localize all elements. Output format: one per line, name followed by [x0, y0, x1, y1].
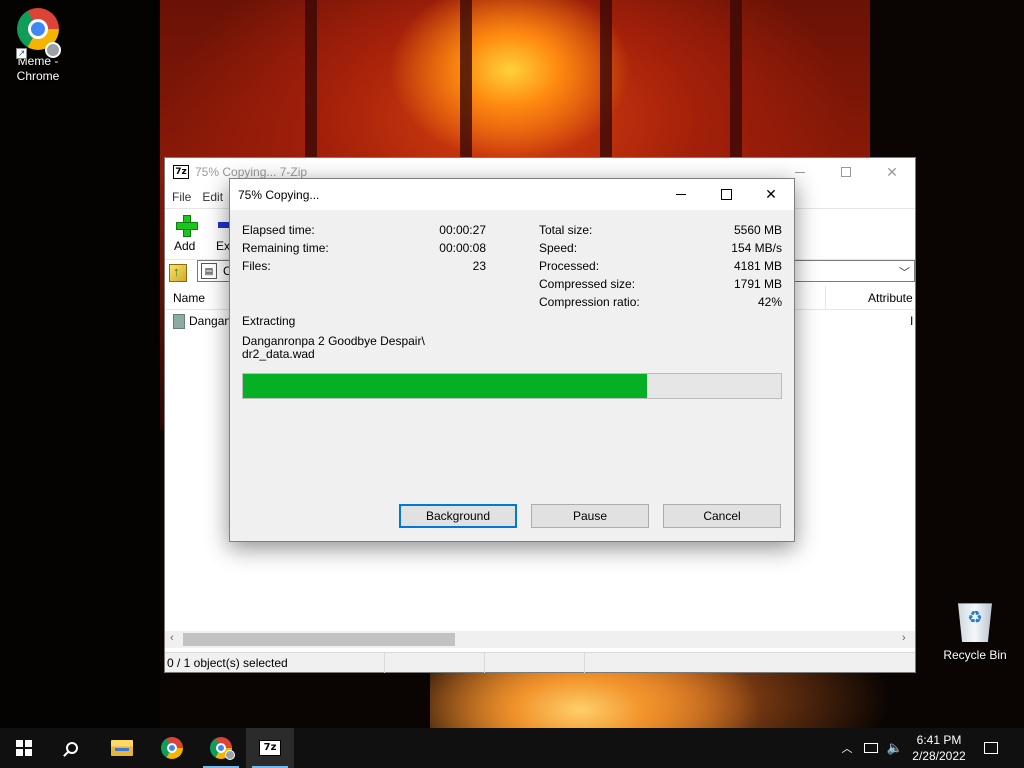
taskbar-clock[interactable]: 6:41 PM 2/28/2022 — [904, 732, 974, 764]
status-bar: 0 / 1 object(s) selected — [165, 652, 915, 673]
search-icon — [66, 742, 78, 754]
dialog-minimize-button[interactable] — [658, 179, 704, 210]
compression-ratio-label: Compression ratio: — [539, 295, 640, 309]
desktop-icon-label: Recycle Bin — [943, 648, 1007, 662]
profile-badge-icon — [225, 750, 235, 760]
speed-value: 154 MB/s — [731, 241, 782, 255]
close-icon: ✕ — [765, 186, 777, 202]
speed-label: Speed: — [539, 241, 578, 255]
tray-overflow-button[interactable]: ︿ — [838, 728, 856, 768]
wallpaper-shadow — [0, 0, 160, 730]
chevron-up-icon: ︿ — [841, 743, 853, 755]
archive-icon: ▤ — [201, 263, 217, 279]
column-separator[interactable] — [825, 286, 826, 310]
clock-time: 6:41 PM — [916, 733, 962, 747]
start-icon — [16, 740, 32, 756]
dialog-titlebar[interactable]: 75% Copying... ✕ — [230, 179, 794, 210]
desktop-icon-meme-chrome[interactable]: ↗ Meme - Chrome — [1, 8, 75, 84]
current-file-name: dr2_data.wad — [242, 347, 315, 361]
file-name: Dangan — [189, 314, 232, 328]
volume-icon: 🔈 — [886, 740, 904, 755]
taskbar-chrome-profile[interactable] — [197, 728, 245, 768]
clock-date: 2/28/2022 — [912, 749, 966, 763]
elapsed-time-value: 00:00:27 — [439, 223, 486, 237]
add-button-label: Add — [174, 239, 196, 253]
minimize-icon — [795, 171, 805, 173]
current-file-path: Danganronpa 2 Goodbye Despair\ — [242, 334, 425, 348]
window-title: 75% Copying... 7-Zip — [195, 165, 308, 179]
files-value: 23 — [472, 259, 486, 273]
folder-up-icon[interactable] — [169, 264, 187, 282]
status-cell — [485, 652, 585, 673]
7zip-icon: 7z — [259, 740, 281, 756]
recycle-bin-icon — [958, 603, 992, 642]
maximize-icon — [841, 167, 851, 177]
compressed-size-value: 1791 MB — [733, 277, 782, 291]
copying-progress-dialog: 75% Copying... ✕ Elapsed time: 00:00:27 … — [229, 178, 795, 542]
taskbar-chrome[interactable] — [148, 728, 196, 768]
close-button[interactable]: ✕ — [869, 158, 915, 186]
pause-button[interactable]: Pause — [531, 504, 649, 528]
dialog-close-button[interactable]: ✕ — [748, 179, 794, 210]
scroll-left-icon[interactable]: ‹ — [170, 632, 174, 644]
dialog-maximize-button[interactable] — [703, 179, 749, 210]
desktop-icon-label: Meme - Chrome — [16, 54, 60, 83]
shortcut-arrow-icon: ↗ — [16, 48, 27, 59]
network-icon — [864, 743, 878, 753]
tray-network[interactable] — [860, 728, 882, 768]
background-button[interactable]: Background — [399, 504, 517, 528]
tray-volume[interactable]: 🔈 — [884, 728, 906, 768]
status-text: 0 / 1 object(s) selected — [165, 652, 385, 673]
compression-ratio-value: 42% — [757, 295, 782, 309]
scroll-right-icon[interactable]: › — [902, 632, 906, 644]
taskbar-file-explorer[interactable] — [98, 728, 146, 768]
chevron-down-icon[interactable]: ﹀ — [899, 264, 910, 280]
processed-value: 4181 MB — [733, 259, 782, 273]
horizontal-scrollbar[interactable]: ‹ › — [165, 631, 915, 648]
menu-file[interactable]: File — [172, 190, 191, 204]
search-button[interactable] — [48, 728, 96, 768]
progress-bar — [242, 373, 782, 399]
total-size-value: 5560 MB — [733, 223, 782, 237]
7zip-logo-icon: 7z — [173, 165, 189, 179]
add-icon — [176, 215, 198, 237]
action-center-button[interactable] — [980, 728, 1002, 768]
taskbar-7zip[interactable]: 7z — [246, 728, 294, 768]
status-cell — [385, 652, 485, 673]
menu-edit[interactable]: Edit — [202, 190, 223, 204]
file-icon — [173, 313, 185, 329]
maximize-button[interactable] — [823, 158, 869, 186]
elapsed-time-label: Elapsed time: — [242, 223, 315, 237]
taskbar: 7z ︿ 🔈 6:41 PM 2/28/2022 — [0, 728, 1024, 768]
compressed-size-label: Compressed size: — [539, 277, 636, 291]
remaining-time-value: 00:00:08 — [439, 241, 486, 255]
column-header-name[interactable]: Name — [173, 291, 205, 305]
dialog-title: 75% Copying... — [238, 187, 320, 202]
scrollbar-thumb[interactable] — [183, 633, 455, 646]
close-icon: ✕ — [886, 163, 898, 180]
desktop-icon-recycle-bin[interactable]: Recycle Bin — [938, 600, 1012, 663]
processed-label: Processed: — [539, 259, 600, 273]
file-attributes: I — [910, 314, 914, 328]
start-button[interactable] — [0, 728, 48, 768]
cancel-button[interactable]: Cancel — [663, 504, 781, 528]
progress-bar-fill — [243, 374, 647, 398]
profile-badge-icon — [45, 42, 61, 58]
notification-icon — [984, 742, 998, 754]
column-header-attributes[interactable]: Attribute — [868, 291, 913, 305]
add-button[interactable]: Add — [174, 215, 216, 253]
chrome-icon — [161, 737, 183, 759]
total-size-label: Total size: — [539, 223, 593, 237]
file-explorer-icon — [111, 740, 133, 756]
files-label: Files: — [242, 259, 271, 273]
operation-label: Extracting — [242, 314, 296, 328]
remaining-time-label: Remaining time: — [242, 241, 329, 255]
file-list-row[interactable]: Dangan — [173, 312, 231, 330]
